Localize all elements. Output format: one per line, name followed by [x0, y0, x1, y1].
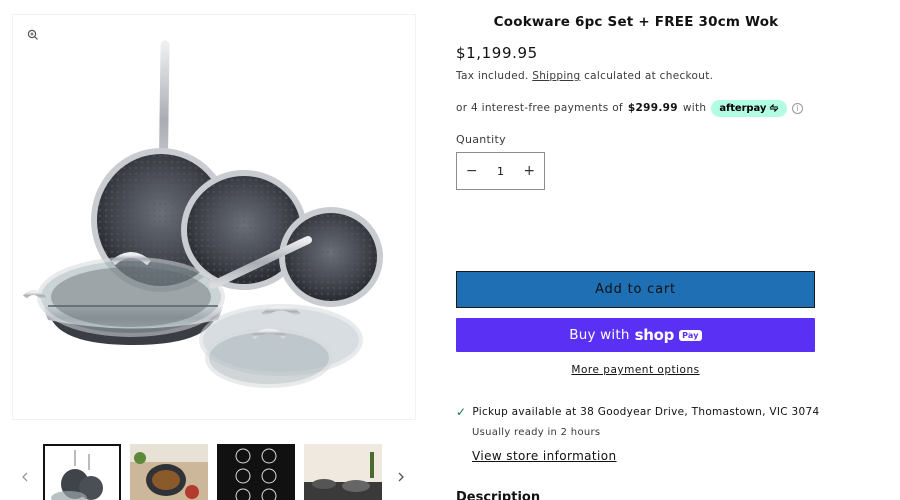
pay-pill: Pay [679, 329, 702, 341]
quantity-input[interactable] [486, 164, 515, 178]
tax-prefix: Tax included. [456, 70, 529, 82]
add-to-cart-label: Add to cart [595, 282, 676, 297]
thumbnail-cooking-scene[interactable] [130, 444, 208, 500]
chevron-left-icon[interactable] [14, 466, 36, 488]
afterpay-amount: $299.99 [627, 102, 678, 114]
more-payment-options-link[interactable]: More payment options [456, 364, 815, 376]
buy-with-shop-pay-button[interactable]: Buy with shop Pay [456, 318, 815, 352]
zoom-in-icon[interactable] [21, 23, 45, 47]
checkmark-icon: ✓ [456, 405, 467, 419]
add-to-cart-button[interactable]: Add to cart [456, 271, 815, 308]
thumbnail-stovetop[interactable] [304, 444, 382, 500]
quantity-label: Quantity [456, 133, 506, 146]
afterpay-loop-icon [769, 104, 779, 112]
description-heading: Description [456, 490, 541, 500]
decrease-quantity-button[interactable]: − [457, 153, 487, 189]
product-title: Cookware 6pc Set + FREE 30cm Wok [493, 14, 779, 30]
shipping-link[interactable]: Shipping [532, 70, 580, 82]
cookware-set-image [23, 40, 383, 388]
tax-suffix: calculated at checkout. [584, 70, 714, 82]
product-price: $1,199.95 [456, 44, 538, 62]
product-media-main[interactable] [12, 14, 416, 420]
thumbnail-cookware-set[interactable] [43, 444, 121, 500]
afterpay-message: or 4 interest-free payments of $299.99 w… [456, 98, 804, 118]
pickup-availability: ✓ Pickup available at 38 Goodyear Drive,… [456, 405, 819, 419]
tax-note: Tax included. Shipping calculated at che… [456, 70, 713, 82]
thumbnail-feature-icons[interactable] [217, 444, 295, 500]
pickup-text: Pickup available at 38 Goodyear Drive, T… [472, 406, 820, 418]
afterpay-with: with [682, 102, 707, 114]
afterpay-badge-label: afterpay [719, 102, 767, 114]
view-store-information-link[interactable]: View store information [472, 449, 617, 463]
afterpay-prefix: or 4 interest-free payments of [456, 102, 623, 114]
info-icon[interactable]: i [792, 102, 804, 114]
afterpay-badge[interactable]: afterpay [711, 99, 788, 117]
thumbnail-strip [0, 436, 430, 500]
quantity-stepper: − + [456, 152, 545, 190]
chevron-right-icon[interactable] [390, 466, 412, 488]
shop-logo: shop [634, 326, 675, 344]
increase-quantity-button[interactable]: + [515, 153, 545, 189]
pickup-ready-time: Usually ready in 2 hours [472, 427, 601, 438]
buy-with-label: Buy with [569, 327, 630, 343]
